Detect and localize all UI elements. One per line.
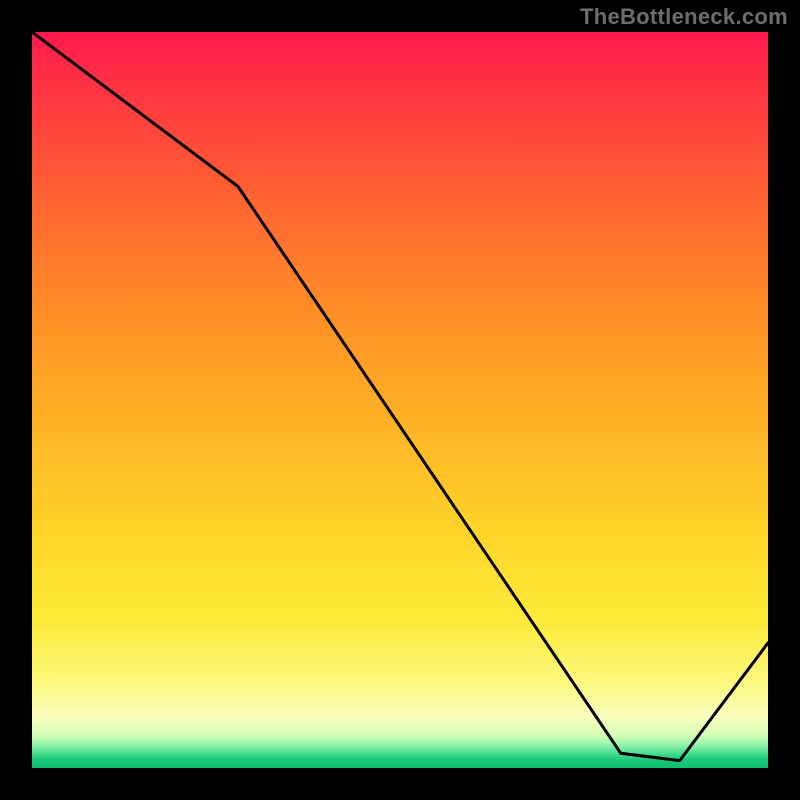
plot-area (32, 32, 768, 768)
watermark-text: TheBottleneck.com (580, 4, 788, 30)
chart-frame: TheBottleneck.com (0, 0, 800, 800)
curve-path (32, 32, 768, 761)
bottleneck-curve (32, 32, 768, 768)
